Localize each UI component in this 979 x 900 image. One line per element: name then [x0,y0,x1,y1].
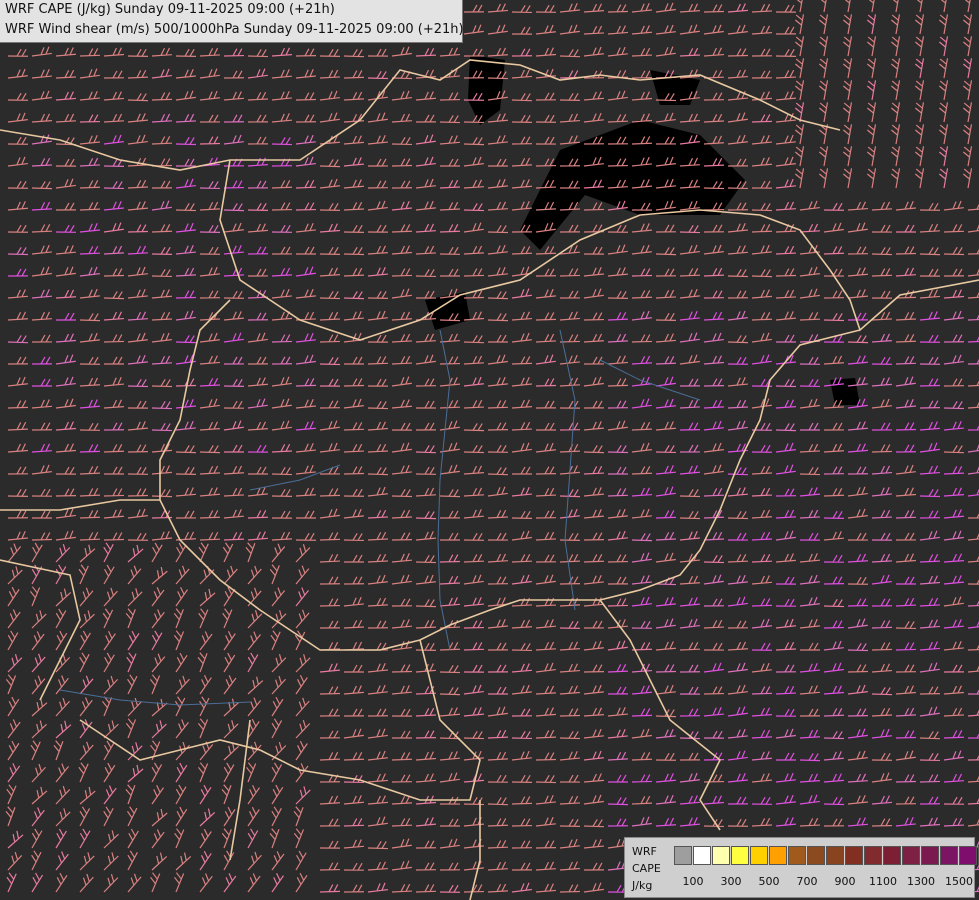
legend-swatch [712,846,730,865]
legend-tick-label: 1300 [907,875,935,888]
legend-tick-label: 700 [796,875,818,888]
legend-swatch [674,846,692,865]
legend-label-wrf: WRF [632,845,657,858]
legend-swatch [959,846,977,865]
legend-swatch [826,846,844,865]
legend-tick-label: 1500 [945,875,973,888]
legend-tick-label: 500 [758,875,780,888]
title-wind-shear: WRF Wind shear (m/s) 500/1000hPa Sunday … [5,22,464,37]
legend-swatch [731,846,749,865]
legend-swatch [902,846,920,865]
title-cape: WRF CAPE (J/kg) Sunday 09-11-2025 09:00 … [5,2,335,17]
legend-tick-label: 100 [682,875,704,888]
legend-swatch [864,846,882,865]
legend-swatch [921,846,939,865]
legend-ticks: 100 300 500 700 900 1100 1300 1500 [625,875,974,889]
legend-swatch [807,846,825,865]
legend-swatch [750,846,768,865]
legend-swatch [845,846,863,865]
weather-map [0,0,979,900]
legend-tick-label: 1100 [869,875,897,888]
legend-tick-label: 300 [720,875,742,888]
legend-label-cape: CAPE [632,862,661,875]
legend-swatch [788,846,806,865]
legend-tick-label: 900 [834,875,856,888]
map-title-box: WRF CAPE (J/kg) Sunday 09-11-2025 09:00 … [0,0,464,43]
cape-legend: WRF CAPE J/kg 100 300 500 700 900 1100 1300 150… [624,837,979,898]
legend-swatch [940,846,958,865]
legend-swatch [693,846,711,865]
legend-swatches [674,846,979,865]
legend-swatch [769,846,787,865]
legend-swatch [883,846,901,865]
